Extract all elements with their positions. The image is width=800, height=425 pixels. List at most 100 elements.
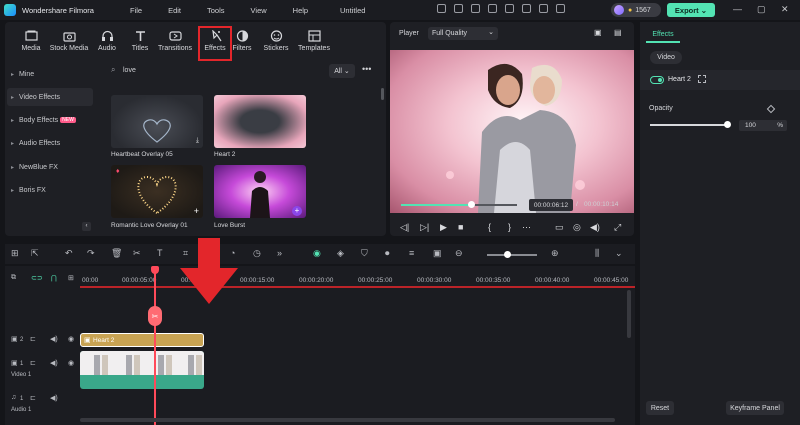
track-settings-icon[interactable]: ⊞ bbox=[68, 274, 74, 282]
columns-icon[interactable]: ⫼ bbox=[595, 248, 599, 259]
display-icon[interactable]: ▭ bbox=[555, 222, 564, 233]
credits-badge[interactable]: ● 1567 bbox=[611, 3, 661, 17]
zoom-in-icon[interactable]: ⊕ bbox=[551, 248, 559, 259]
stop-icon[interactable]: ■ bbox=[458, 222, 463, 232]
mute-icon[interactable]: ◀) bbox=[50, 359, 58, 367]
undo-icon[interactable]: ↶ bbox=[65, 248, 73, 259]
folder-icon[interactable]: ⊏ bbox=[30, 359, 36, 367]
visibility-icon[interactable]: ◉ bbox=[68, 335, 74, 343]
effect-card-heartbeat-overlay-05[interactable]: ⤓ bbox=[111, 95, 203, 148]
sidebar-item-mine[interactable]: ▸ Mine bbox=[7, 65, 93, 83]
link-icon[interactable]: ⊂⊃ bbox=[31, 274, 43, 282]
sidebar-item-newblue-fx[interactable]: ▸ NewBlue FX bbox=[7, 158, 93, 176]
collapse-sidebar-icon[interactable]: ‹ bbox=[82, 222, 91, 231]
camera-icon[interactable]: ◎ bbox=[573, 222, 581, 233]
mark-out-icon[interactable]: } bbox=[508, 222, 511, 232]
quality-dropdown[interactable]: Full Quality ⌄ bbox=[428, 27, 498, 40]
zoom-out-icon[interactable]: ⊖ bbox=[455, 248, 463, 259]
effect-card-heart-2[interactable] bbox=[214, 95, 306, 148]
step-back-icon[interactable]: ▷| bbox=[420, 222, 429, 233]
export-button[interactable]: Export ⌄ bbox=[667, 3, 715, 17]
video-preview[interactable] bbox=[390, 50, 634, 213]
download-icon[interactable] bbox=[522, 4, 531, 13]
sidebar-item-audio-effects[interactable]: ▸ Audio Effects bbox=[7, 134, 93, 152]
help-icon[interactable] bbox=[539, 4, 548, 13]
add-icon[interactable]: + bbox=[194, 206, 199, 216]
zoom-slider-knob[interactable] bbox=[504, 251, 511, 258]
timeline-ruler[interactable]: 00:00 00:00:05:00 00:00:10:00 00:00:15:0… bbox=[80, 266, 635, 286]
folder-icon[interactable]: ⊏ bbox=[30, 335, 36, 343]
sidebar-item-video-effects[interactable]: ▸ Video Effects bbox=[7, 88, 93, 106]
video-clip[interactable] bbox=[80, 351, 204, 389]
image-icon[interactable]: ▣ bbox=[433, 248, 442, 259]
sidebar-item-boris-fx[interactable]: ▸ Boris FX bbox=[7, 181, 93, 199]
cloud-icon[interactable] bbox=[471, 4, 480, 13]
tab-media[interactable]: Media bbox=[11, 30, 51, 52]
magnet-icon[interactable]: ⋂ bbox=[51, 274, 57, 282]
add-icon[interactable]: + bbox=[292, 206, 302, 216]
visibility-icon[interactable]: ◉ bbox=[68, 359, 74, 367]
zoom-slider[interactable] bbox=[487, 251, 537, 258]
cut-icon[interactable]: ✂ bbox=[133, 248, 141, 259]
tab-titles[interactable]: Titles bbox=[120, 30, 160, 52]
playhead[interactable] bbox=[154, 266, 156, 425]
playback-progress[interactable] bbox=[401, 201, 517, 208]
reset-button[interactable]: Reset bbox=[646, 401, 674, 415]
menu-file[interactable]: File bbox=[130, 6, 142, 15]
search-input[interactable]: love bbox=[123, 67, 136, 74]
play-icon[interactable]: ▶ bbox=[440, 222, 447, 233]
close-icon[interactable]: ✕ bbox=[781, 4, 789, 15]
mic-icon[interactable]: ⏺ bbox=[385, 248, 390, 259]
opacity-slider[interactable] bbox=[650, 121, 731, 128]
download-icon[interactable]: ⤓ bbox=[196, 137, 199, 145]
effect-clip-heart-2[interactable]: ▣ Heart 2 bbox=[80, 333, 204, 347]
menu-view[interactable]: View bbox=[251, 6, 267, 15]
more-tools-icon[interactable]: » bbox=[277, 248, 282, 258]
timer-icon[interactable]: ◷ bbox=[253, 248, 261, 259]
effect-toggle[interactable] bbox=[650, 76, 664, 84]
tab-templates[interactable]: Templates bbox=[294, 30, 334, 52]
mute-icon[interactable]: ◀) bbox=[50, 335, 58, 343]
tab-effects-properties[interactable]: Effects bbox=[646, 27, 680, 43]
filter-dropdown[interactable]: All ⌄ bbox=[329, 64, 355, 78]
chevron-down-icon[interactable]: ⌄ bbox=[615, 248, 623, 259]
mark-in-icon[interactable]: { bbox=[488, 222, 491, 232]
tab-stock-media[interactable]: Stock Media bbox=[49, 30, 89, 52]
image-icon[interactable]: ▤ bbox=[614, 28, 622, 37]
minimize-icon[interactable]: — bbox=[733, 4, 742, 14]
keyframe-panel-button[interactable]: Keyframe Panel bbox=[726, 401, 784, 415]
snapshot-icon[interactable]: ▣ bbox=[594, 28, 602, 37]
effect-card-love-burst[interactable]: + bbox=[214, 165, 306, 218]
sidebar-item-body-effects[interactable]: ▸ Body Effects NEW bbox=[7, 111, 93, 129]
tab-stickers[interactable]: Stickers bbox=[256, 30, 296, 52]
gift-icon[interactable] bbox=[556, 4, 565, 13]
ai-audio-icon[interactable]: ◉ bbox=[313, 248, 321, 259]
more-icon[interactable]: ⋯ bbox=[522, 222, 531, 233]
subtab-video[interactable]: Video bbox=[650, 51, 682, 64]
folder-icon[interactable]: ⊏ bbox=[30, 394, 36, 402]
maximize-icon[interactable]: ▢ bbox=[757, 4, 766, 15]
headset-icon[interactable] bbox=[488, 4, 497, 13]
layout-icon[interactable] bbox=[454, 4, 463, 13]
effect-card-romantic-love-overlay-01[interactable]: ♦ + bbox=[111, 165, 203, 218]
effect-settings-icon[interactable] bbox=[698, 75, 706, 83]
keyframe-diamond-icon[interactable] bbox=[766, 104, 776, 114]
redo-icon[interactable]: ↷ bbox=[87, 248, 95, 259]
more-options-icon[interactable]: ••• bbox=[362, 64, 371, 74]
notification-icon[interactable] bbox=[505, 4, 514, 13]
delete-icon[interactable]: 🗑 bbox=[111, 248, 122, 259]
shield-icon[interactable]: ⛉ bbox=[361, 248, 368, 259]
tab-transitions[interactable]: Transitions bbox=[155, 30, 195, 52]
timeline-vertical-scrollbar[interactable] bbox=[627, 290, 631, 338]
opacity-input[interactable]: 100% bbox=[739, 120, 787, 131]
select-tool-icon[interactable]: ⇱ bbox=[31, 248, 39, 259]
progress-knob[interactable] bbox=[468, 201, 475, 208]
split-scissors-icon[interactable]: ✂ bbox=[148, 306, 162, 326]
feedback-icon[interactable] bbox=[437, 4, 446, 13]
volume-icon[interactable]: ◀) bbox=[590, 222, 600, 233]
marker-icon[interactable]: ◈ bbox=[337, 248, 344, 259]
menu-help[interactable]: Help bbox=[293, 6, 308, 15]
fullscreen-icon[interactable]: ⤢ bbox=[614, 222, 621, 233]
opacity-slider-knob[interactable] bbox=[724, 121, 731, 128]
list-icon[interactable]: ≡ bbox=[409, 248, 414, 258]
